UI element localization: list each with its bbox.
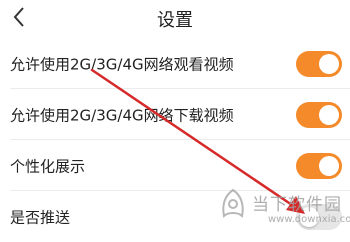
setting-label-video-download: 允许使用2G/3G/4G网络下载视频 xyxy=(10,106,234,125)
toggle-knob xyxy=(319,156,339,176)
setting-row-video-download: 允许使用2G/3G/4G网络下载视频 xyxy=(0,92,350,138)
watermark-url: www.downxia.com xyxy=(268,214,350,225)
watermark-title: 当下软件园 xyxy=(252,195,342,215)
watermark-logo-icon xyxy=(222,188,244,219)
toggle-video-watch[interactable] xyxy=(296,51,342,77)
toggle-personalized[interactable] xyxy=(296,153,342,179)
divider xyxy=(10,88,350,89)
toggle-knob xyxy=(319,105,339,125)
setting-row-video-watch: 允许使用2G/3G/4G网络观看视频 xyxy=(0,41,350,87)
page-title: 设置 xyxy=(157,10,193,31)
header-bar: 设置 xyxy=(0,0,350,36)
divider xyxy=(10,139,350,140)
setting-label-personalized: 个性化展示 xyxy=(10,157,86,176)
toggle-video-download[interactable] xyxy=(296,102,342,128)
setting-label-push: 是否推送 xyxy=(10,208,71,227)
setting-label-video-watch: 允许使用2G/3G/4G网络观看视频 xyxy=(10,55,234,74)
toggle-knob xyxy=(319,54,339,74)
setting-row-personalized: 个性化展示 xyxy=(0,143,350,189)
